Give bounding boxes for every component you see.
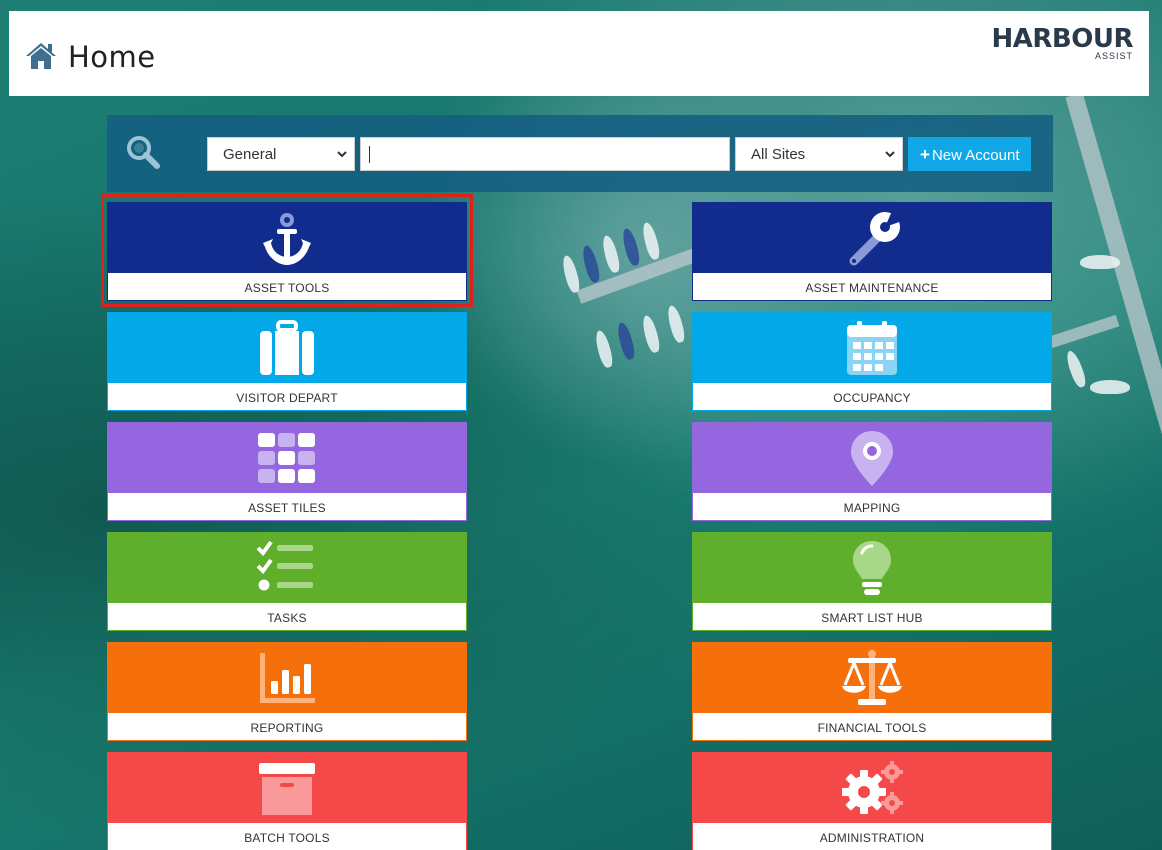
tile-label: BATCH TOOLS <box>107 823 467 850</box>
background-boat <box>600 234 622 274</box>
tile-label: ASSET TILES <box>107 493 467 521</box>
gears-icon <box>842 761 903 814</box>
checklist-icon <box>256 540 313 591</box>
tile-label: REPORTING <box>107 713 467 741</box>
background-boat <box>593 329 615 369</box>
tile-label: FINANCIAL TOOLS <box>692 713 1052 741</box>
tile-reporting[interactable]: REPORTING <box>107 642 467 741</box>
tile-label: VISITOR DEPART <box>107 383 467 411</box>
background-boat <box>1080 255 1120 269</box>
tile-smart-list-hub[interactable]: SMART LIST HUB <box>692 532 1052 631</box>
tile-asset-maintenance[interactable]: ASSET MAINTENANCE <box>692 202 1052 301</box>
tile-batch-tools[interactable]: BATCH TOOLS <box>107 752 467 850</box>
background-boat <box>1090 380 1130 394</box>
wrench-icon <box>849 211 902 266</box>
luggage-icon <box>260 320 314 375</box>
map-pin-icon <box>851 431 893 486</box>
background-boat <box>580 244 602 284</box>
tile-label: ASSET MAINTENANCE <box>692 273 1052 301</box>
tiles-grid-icon <box>258 433 315 483</box>
search-input[interactable] <box>360 137 730 171</box>
search-category-value: General <box>223 146 277 163</box>
anchor-icon <box>263 213 311 265</box>
page-header: Home HARBOUR ASSIST <box>9 11 1149 96</box>
chevron-down-icon <box>337 151 347 158</box>
bar-chart-icon <box>260 653 315 703</box>
archive-box-icon <box>259 763 315 815</box>
search-bar: General All Sites + New Account <box>107 115 1053 192</box>
tile-asset-tools[interactable]: ASSET TOOLS <box>107 202 467 301</box>
tile-administration[interactable]: ADMINISTRATION <box>692 752 1052 850</box>
logo-wordmark: HARBOUR <box>991 24 1134 54</box>
tile-asset-tiles[interactable]: ASSET TILES <box>107 422 467 521</box>
tile-occupancy[interactable]: OCCUPANCY <box>692 312 1052 411</box>
lightbulb-icon <box>853 541 891 595</box>
new-account-button[interactable]: + New Account <box>908 137 1031 171</box>
plus-icon: + <box>920 145 930 164</box>
site-select[interactable]: All Sites <box>735 137 903 171</box>
chevron-down-icon <box>885 151 895 158</box>
tile-tasks[interactable]: TASKS <box>107 532 467 631</box>
background-boat <box>1063 349 1089 389</box>
search-icon[interactable] <box>126 135 160 169</box>
background-boat <box>560 254 582 294</box>
tile-mapping[interactable]: MAPPING <box>692 422 1052 521</box>
tile-label: ASSET TOOLS <box>107 273 467 301</box>
search-category-select[interactable]: General <box>207 137 355 171</box>
background-boat <box>640 314 662 354</box>
tile-label: OCCUPANCY <box>692 383 1052 411</box>
tile-label: TASKS <box>107 603 467 631</box>
text-cursor <box>369 146 370 163</box>
calendar-icon <box>847 321 897 375</box>
tile-financial-tools[interactable]: FINANCIAL TOOLS <box>692 642 1052 741</box>
site-select-value: All Sites <box>751 146 806 163</box>
tile-label: SMART LIST HUB <box>692 603 1052 631</box>
page-title: Home <box>68 40 156 74</box>
background-boat <box>640 221 662 261</box>
new-account-label: New Account <box>931 147 1020 164</box>
tile-label: MAPPING <box>692 493 1052 521</box>
harbour-assist-logo[interactable]: HARBOUR ASSIST <box>991 24 1134 61</box>
tile-visitor-depart[interactable]: VISITOR DEPART <box>107 312 467 411</box>
home-icon[interactable] <box>25 41 57 71</box>
tile-label: ADMINISTRATION <box>692 823 1052 850</box>
background-boat <box>665 304 687 344</box>
scales-icon <box>842 650 902 705</box>
background-boat <box>615 321 637 361</box>
background-boat <box>620 227 642 267</box>
